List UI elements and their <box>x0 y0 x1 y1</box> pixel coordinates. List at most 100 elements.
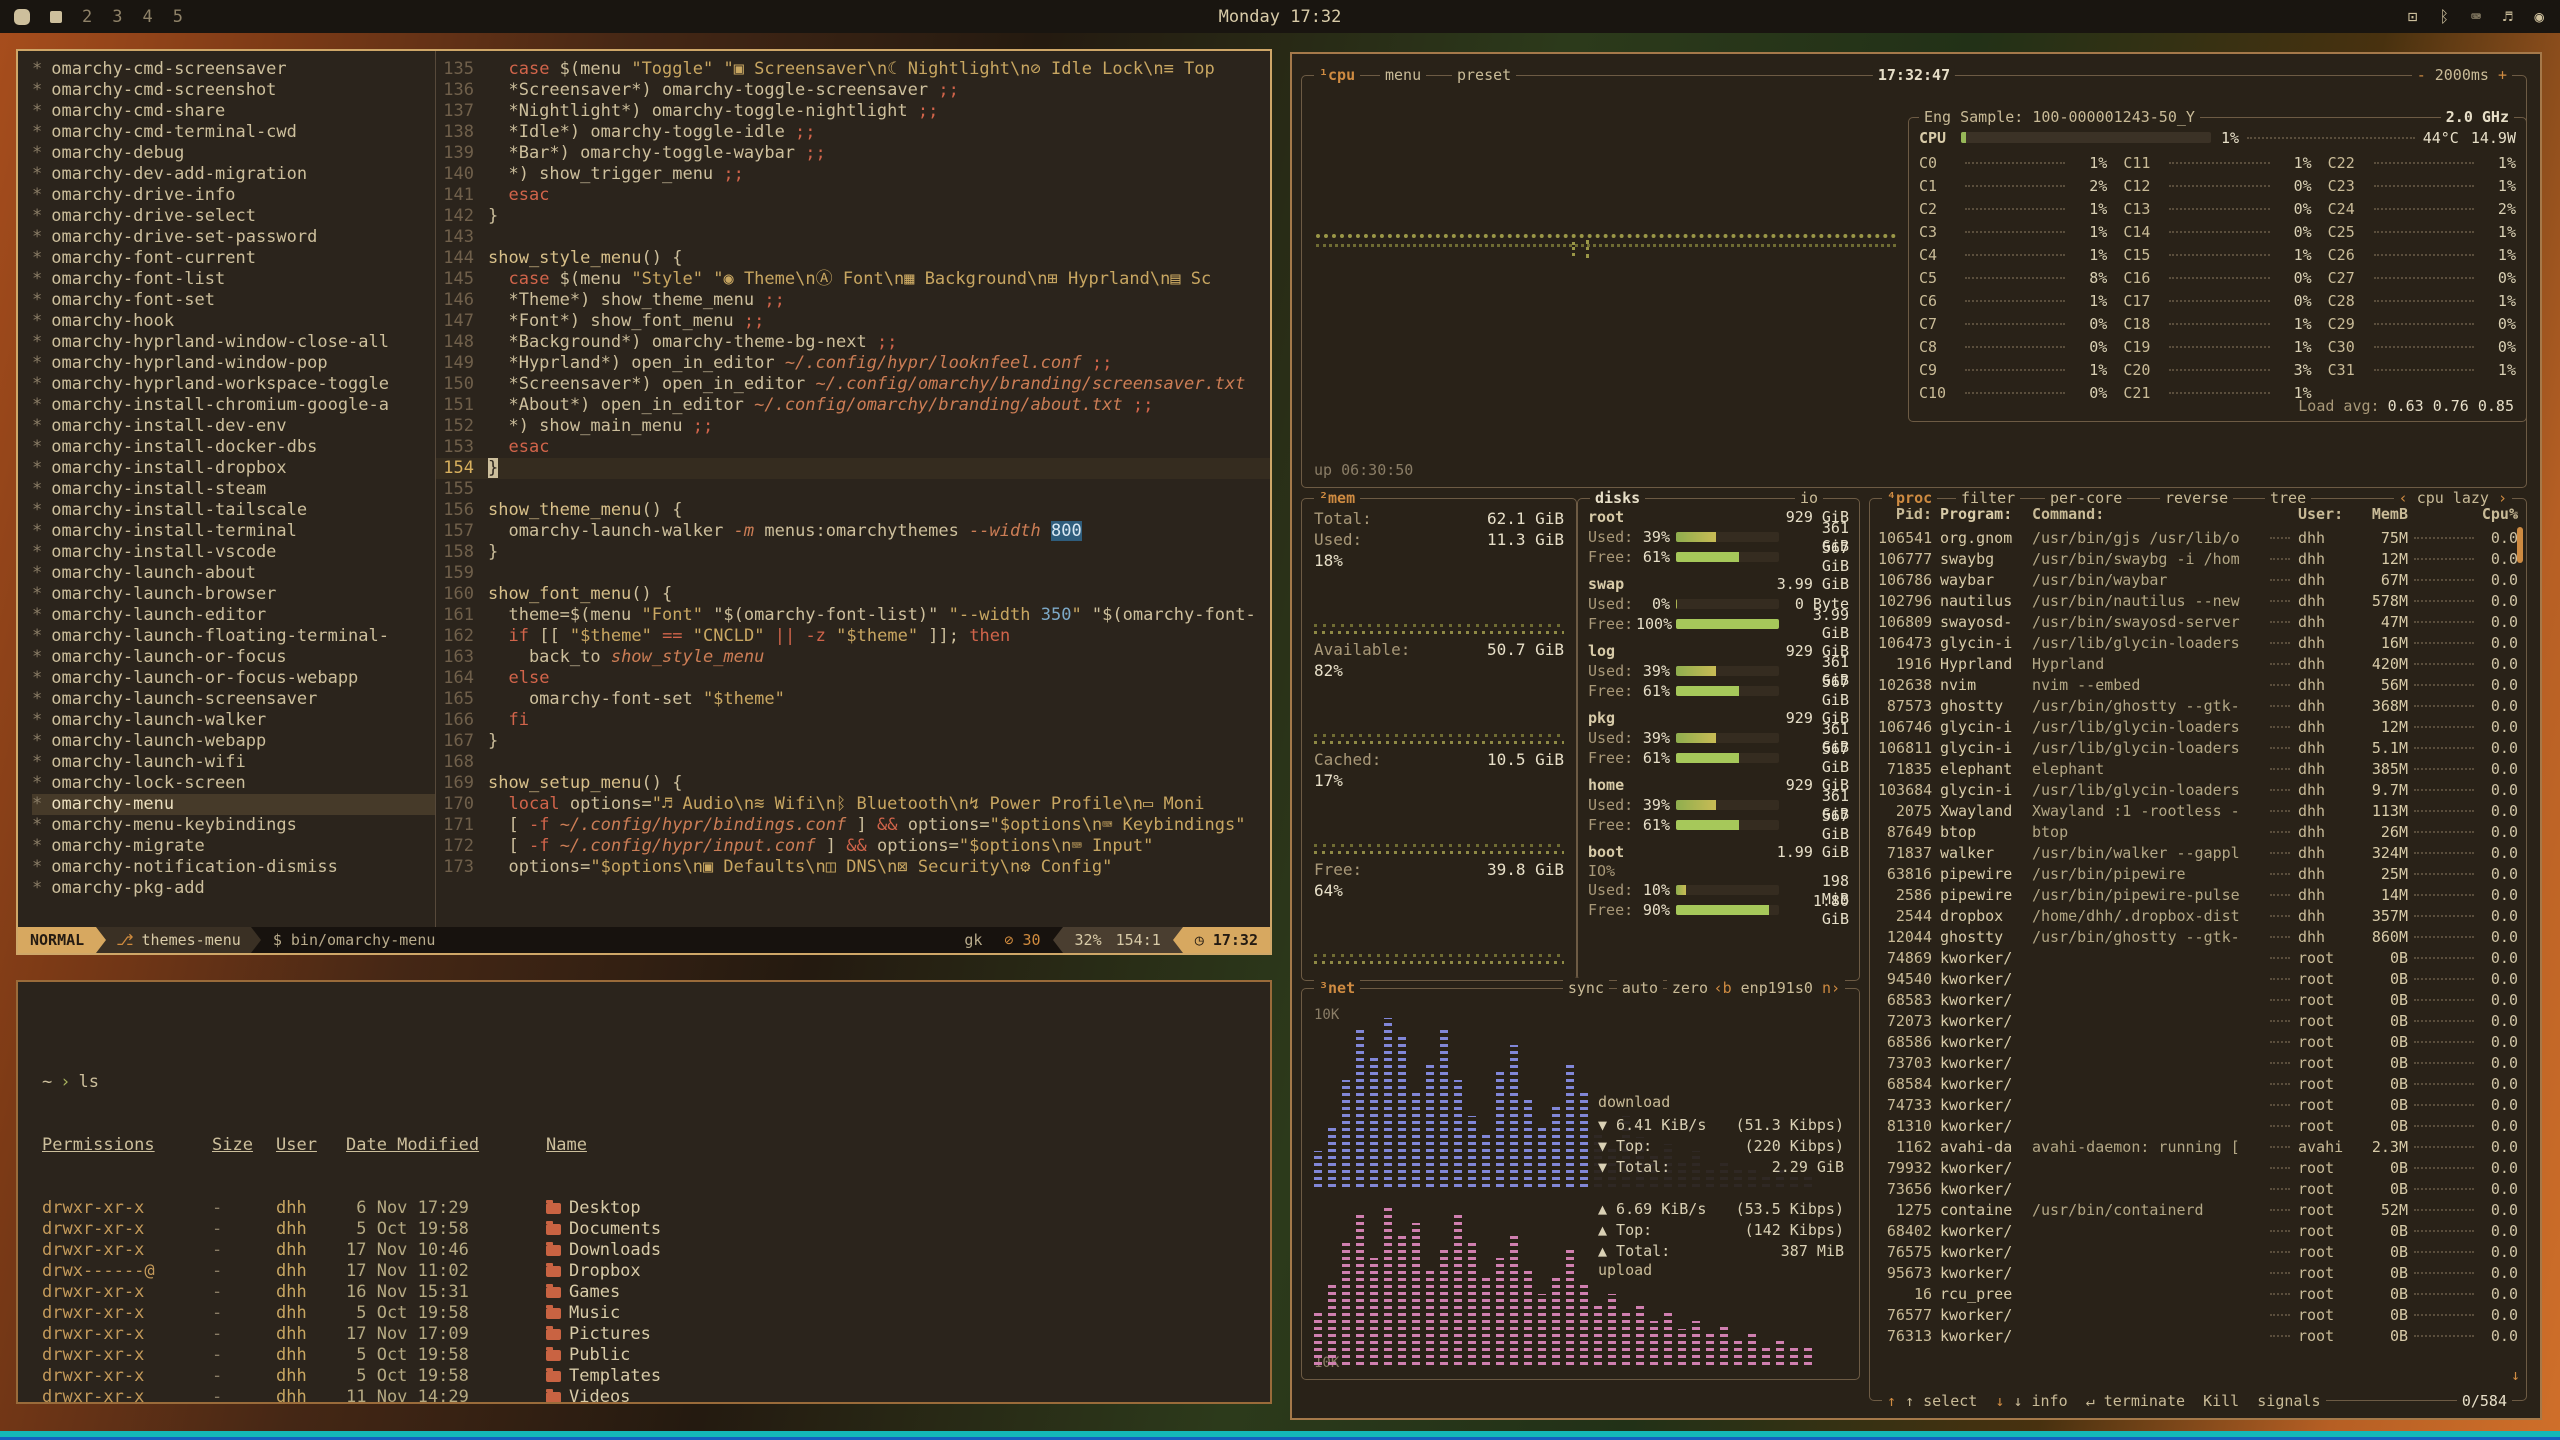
filter-button[interactable]: filter <box>1956 488 2020 508</box>
code-line-157[interactable]: 157 omarchy-launch-walker -m menus:omarc… <box>436 521 1270 542</box>
volume-icon[interactable]: ♬ <box>2503 7 2513 26</box>
scroll-up-icon[interactable]: ↑ <box>2512 507 2520 523</box>
code-line-171[interactable]: 171 [ -f ~/.config/hypr/bindings.conf ] … <box>436 815 1270 836</box>
code-line-169[interactable]: 169show_setup_menu() { <box>436 773 1270 794</box>
file-item[interactable]: *omarchy-lock-screen <box>32 773 435 794</box>
process-row[interactable]: 12044ghostty/usr/bin/ghostty --gtk-dhh86… <box>1878 926 2518 947</box>
process-row[interactable]: 68584kworker/root0B0.0 <box>1878 1073 2518 1094</box>
terminal-window[interactable]: ~ › ls PermissionsSizeUserDate ModifiedN… <box>16 980 1272 1404</box>
process-row[interactable]: 2586pipewire/usr/bin/pipewire-pulsedhh14… <box>1878 884 2518 905</box>
process-row[interactable]: 76577kworker/root0B0.0 <box>1878 1304 2518 1325</box>
process-row[interactable]: 106746glycin-i/usr/lib/glycin-loadersdhh… <box>1878 716 2518 737</box>
code-line-164[interactable]: 164 else <box>436 668 1270 689</box>
code-line-163[interactable]: 163 back_to show_style_menu <box>436 647 1270 668</box>
code-line-166[interactable]: 166 fi <box>436 710 1270 731</box>
process-row[interactable]: 79932kworker/root0B0.0 <box>1878 1157 2518 1178</box>
editor-window[interactable]: *omarchy-cmd-screensaver*omarchy-cmd-scr… <box>16 49 1272 955</box>
code-line-158[interactable]: 158} <box>436 542 1270 563</box>
code-line-143[interactable]: 143 <box>436 227 1270 248</box>
workspace-2[interactable]: 2 <box>82 7 92 27</box>
code-line-165[interactable]: 165 omarchy-font-set "$theme" <box>436 689 1270 710</box>
file-item[interactable]: *omarchy-cmd-share <box>32 101 435 122</box>
code-line-147[interactable]: 147 *Font*) show_font_menu ;; <box>436 311 1270 332</box>
code-line-148[interactable]: 148 *Background*) omarchy-theme-bg-next … <box>436 332 1270 353</box>
file-item[interactable]: *omarchy-font-set <box>32 290 435 311</box>
code-line-142[interactable]: 142} <box>436 206 1270 227</box>
code-line-173[interactable]: 173 options="$options\n▣ Defaults\n◫ DNS… <box>436 857 1270 878</box>
file-item[interactable]: *omarchy-dev-add-migration <box>32 164 435 185</box>
omarchy-logo-icon[interactable] <box>14 9 30 25</box>
file-item[interactable]: *omarchy-cmd-screensaver <box>32 59 435 80</box>
idle-icon[interactable]: ◉ <box>2534 7 2544 26</box>
code-line-146[interactable]: 146 *Theme*) show_theme_menu ;; <box>436 290 1270 311</box>
process-row[interactable]: 73656kworker/root0B0.0 <box>1878 1178 2518 1199</box>
process-row[interactable]: 74869kworker/root0B0.0 <box>1878 947 2518 968</box>
process-row[interactable]: 106473glycin-i/usr/lib/glycin-loadersdhh… <box>1878 632 2518 653</box>
code-line-144[interactable]: 144show_style_menu() { <box>436 248 1270 269</box>
keyboard-icon[interactable]: ⌨ <box>2471 7 2481 26</box>
net-panel-tab[interactable]: ³net <box>1314 978 1360 998</box>
file-item[interactable]: *omarchy-hyprland-workspace-toggle <box>32 374 435 395</box>
file-item[interactable]: *omarchy-menu-keybindings <box>32 815 435 836</box>
process-row[interactable]: 73703kworker/root0B0.0 <box>1878 1052 2518 1073</box>
workspace-1-active-indicator[interactable] <box>50 11 62 23</box>
btop-window[interactable]: ¹cpu menu preset 17:32:47 - 2000ms + up … <box>1290 52 2542 1420</box>
file-item[interactable]: *omarchy-install-tailscale <box>32 500 435 521</box>
process-row[interactable]: 68583kworker/root0B0.0 <box>1878 989 2518 1010</box>
reverse-button[interactable]: reverse <box>2160 488 2233 508</box>
file-item[interactable]: *omarchy-cmd-screenshot <box>32 80 435 101</box>
file-item[interactable]: *omarchy-launch-walker <box>32 710 435 731</box>
code-line-161[interactable]: 161 theme=$(menu "Font" "$(omarchy-font-… <box>436 605 1270 626</box>
file-item[interactable]: *omarchy-hyprland-window-close-all <box>32 332 435 353</box>
file-item[interactable]: *omarchy-cmd-terminal-cwd <box>32 122 435 143</box>
process-row[interactable]: 1275containe/usr/bin/containerdroot52M0.… <box>1878 1199 2518 1220</box>
file-item[interactable]: *omarchy-launch-wifi <box>32 752 435 773</box>
tree-button[interactable]: tree <box>2265 488 2311 508</box>
bluetooth-icon[interactable]: ᛒ <box>2439 7 2449 26</box>
file-item[interactable]: *omarchy-launch-floating-terminal- <box>32 626 435 647</box>
process-row[interactable]: 1916HyprlandHyprlanddhh420M0.0 <box>1878 653 2518 674</box>
process-row[interactable]: 87649btopbtopdhh26M0.0 <box>1878 821 2518 842</box>
file-item[interactable]: *omarchy-launch-about <box>32 563 435 584</box>
process-row[interactable]: 1162avahi-daavahi-daemon: running [avahi… <box>1878 1136 2518 1157</box>
code-line-162[interactable]: 162 if [[ "$theme" == "CNCLD" || -z "$th… <box>436 626 1270 647</box>
file-item[interactable]: *omarchy-hyprland-window-pop <box>32 353 435 374</box>
code-line-140[interactable]: 140 *) show_trigger_menu ;; <box>436 164 1270 185</box>
net-sync-button[interactable]: sync <box>1563 978 1609 998</box>
code-line-172[interactable]: 172 [ -f ~/.config/hypr/input.conf ] && … <box>436 836 1270 857</box>
code-line-136[interactable]: 136 *Screensaver*) omarchy-toggle-screen… <box>436 80 1270 101</box>
code-line-138[interactable]: 138 *Idle*) omarchy-toggle-idle ;; <box>436 122 1270 143</box>
disks-tab[interactable]: disks <box>1590 488 1645 508</box>
net-interface-selector[interactable]: ‹b enp191s0 n› <box>1709 978 1845 998</box>
io-tab[interactable]: io <box>1795 488 1823 508</box>
code-line-149[interactable]: 149 *Hyprland*) open_in_editor ~/.config… <box>436 353 1270 374</box>
file-item[interactable]: *omarchy-launch-browser <box>32 584 435 605</box>
process-row[interactable]: 106809swayosd-/usr/bin/swayosd-serverdhh… <box>1878 611 2518 632</box>
code-line-159[interactable]: 159 <box>436 563 1270 584</box>
process-row[interactable]: 2544dropbox/home/dhh/.dropbox-distdhh357… <box>1878 905 2518 926</box>
file-item[interactable]: *omarchy-launch-webapp <box>32 731 435 752</box>
preset-button[interactable]: preset <box>1452 65 1516 85</box>
process-row[interactable]: 87573ghostty/usr/bin/ghostty --gtk-dhh36… <box>1878 695 2518 716</box>
sort-selector[interactable]: ‹ cpu lazy › <box>2394 488 2512 508</box>
process-row[interactable]: 81310kworker/root0B0.0 <box>1878 1115 2518 1136</box>
file-item[interactable]: *omarchy-debug <box>32 143 435 164</box>
code-line-155[interactable]: 155 <box>436 479 1270 500</box>
process-row[interactable]: 16rcu_preeroot0B0.0 <box>1878 1283 2518 1304</box>
screenshare-icon[interactable]: ⊡ <box>2408 7 2418 26</box>
process-row[interactable]: 102796nautilus/usr/bin/nautilus --newdhh… <box>1878 590 2518 611</box>
process-row[interactable]: 68402kworker/root0B0.0 <box>1878 1220 2518 1241</box>
net-zero-button[interactable]: zero <box>1667 978 1713 998</box>
process-table-header[interactable]: Pid: Program: Command: User: MemB Cpu% <box>1878 505 2518 527</box>
file-item[interactable]: *omarchy-install-docker-dbs <box>32 437 435 458</box>
code-line-137[interactable]: 137 *Nightlight*) omarchy-toggle-nightli… <box>436 101 1270 122</box>
file-item[interactable]: *omarchy-launch-editor <box>32 605 435 626</box>
scroll-down-icon[interactable]: ↓ <box>2511 1366 2520 1384</box>
process-row[interactable]: 106786waybar/usr/bin/waybardhh67M0.0 <box>1878 569 2518 590</box>
code-line-135[interactable]: 135 case $(menu "Toggle" "▣ Screensaver\… <box>436 59 1270 80</box>
proc-scrollbar[interactable] <box>2517 527 2523 563</box>
code-line-160[interactable]: 160show_font_menu() { <box>436 584 1270 605</box>
file-item[interactable]: *omarchy-pkg-add <box>32 878 435 899</box>
process-row[interactable]: 106811glycin-i/usr/lib/glycin-loadersdhh… <box>1878 737 2518 758</box>
process-row[interactable]: 72073kworker/root0B0.0 <box>1878 1010 2518 1031</box>
